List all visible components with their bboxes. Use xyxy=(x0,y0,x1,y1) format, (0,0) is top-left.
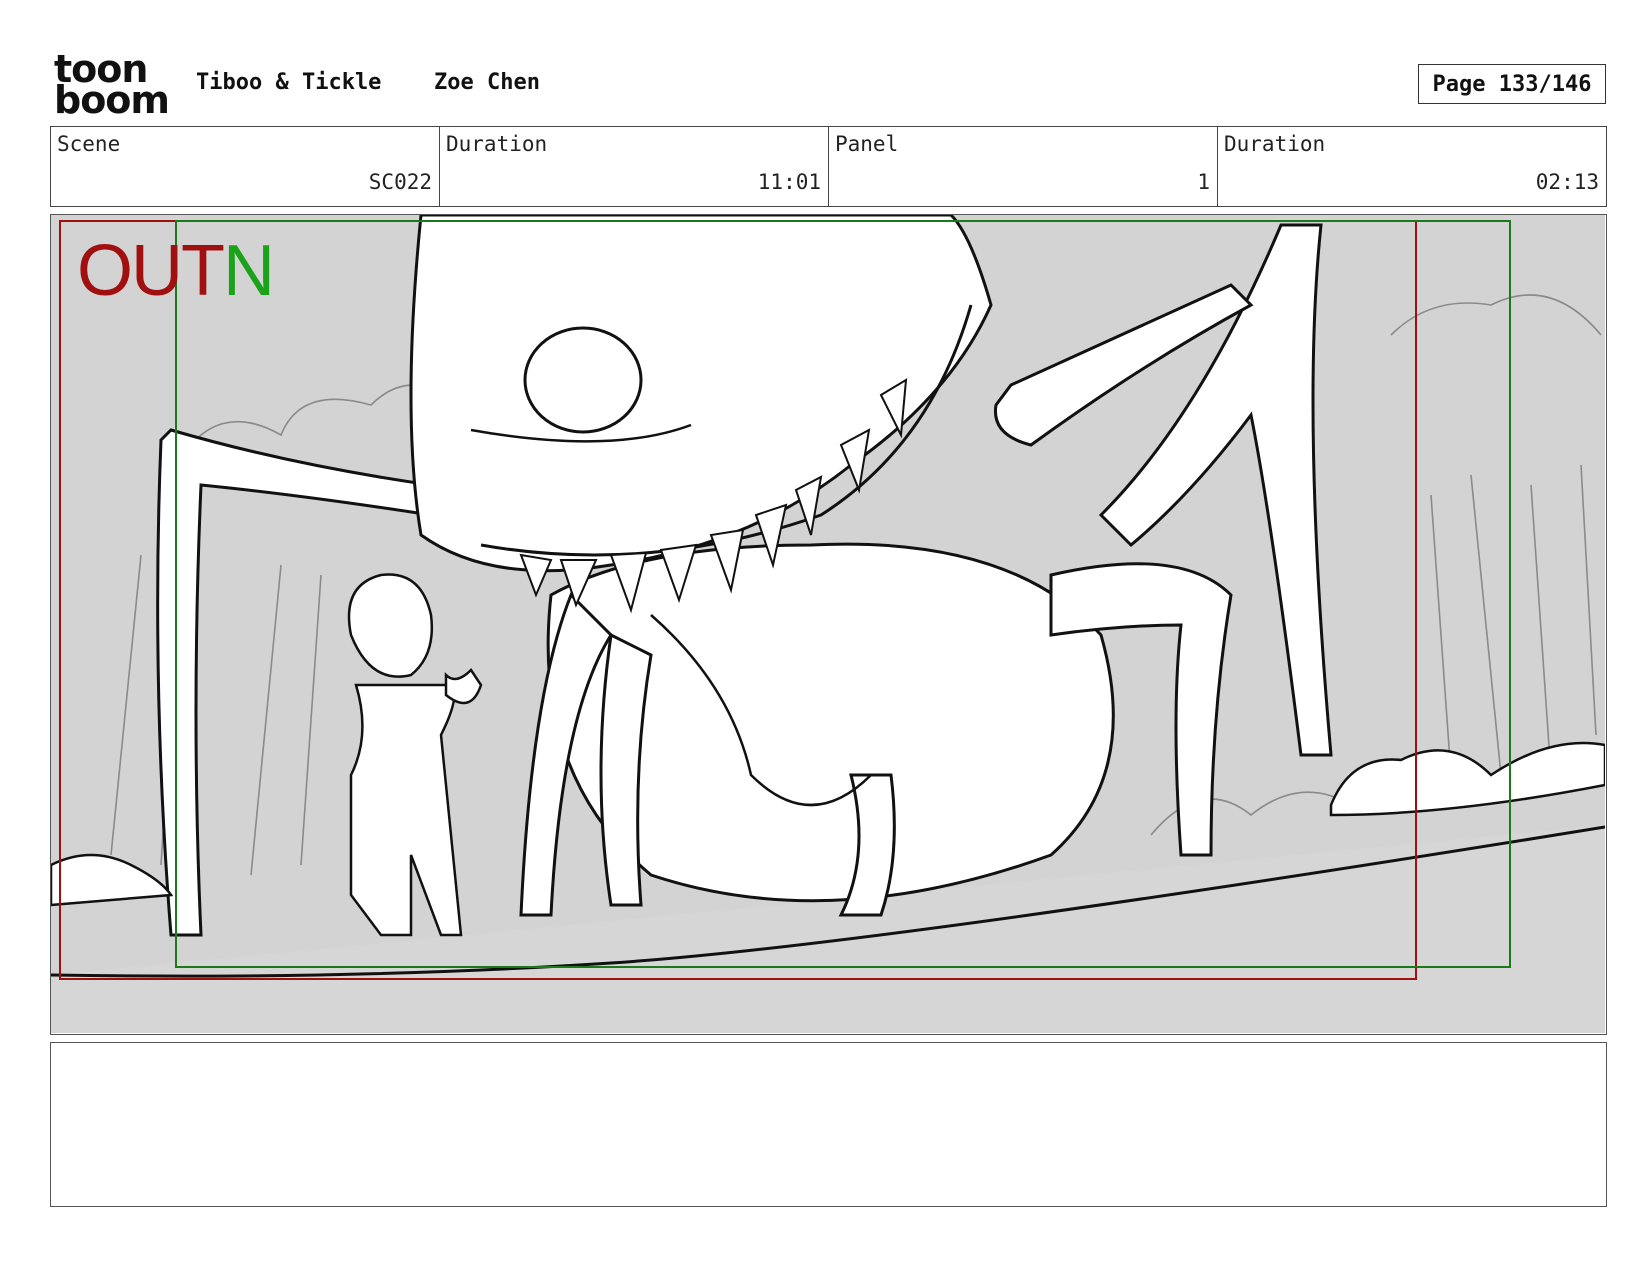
panel-label: Panel xyxy=(835,132,899,156)
scene-duration-cell: Duration 11:01 xyxy=(440,127,829,206)
page-indicator-text: Page 133/146 xyxy=(1432,71,1592,97)
panel-duration-value: 02:13 xyxy=(1535,170,1599,194)
scene-label: Scene xyxy=(57,132,121,156)
creature-eye xyxy=(523,326,643,434)
storyboard-sketch xyxy=(51,215,1605,1033)
panel-cell: Panel 1 xyxy=(829,127,1218,206)
show-title: Tiboo & Tickle xyxy=(196,70,382,95)
artist-name: Zoe Chen xyxy=(434,70,540,95)
notes-box xyxy=(50,1042,1607,1207)
scene-cell: Scene SC022 xyxy=(51,127,440,206)
scene-value: SC022 xyxy=(368,170,432,194)
panel-duration-label: Duration xyxy=(1224,132,1326,156)
logo-line-2: boom xyxy=(54,78,170,122)
toon-boom-logo: toon boom xyxy=(54,50,170,122)
panel-duration-cell: Duration 02:13 xyxy=(1218,127,1606,206)
in-text: N xyxy=(222,231,275,311)
scene-duration-value: 11:01 xyxy=(757,170,821,194)
page-indicator: Page 133/146 xyxy=(1418,64,1606,104)
out-text: OUT xyxy=(77,231,225,311)
panel-value: 1 xyxy=(1197,170,1210,194)
out-in-label: OUTN xyxy=(77,235,275,307)
panel-info-row: Scene SC022 Duration 11:01 Panel 1 Durat… xyxy=(50,126,1607,207)
scene-duration-label: Duration xyxy=(446,132,548,156)
storyboard-panel-image: OUTN xyxy=(50,214,1607,1035)
